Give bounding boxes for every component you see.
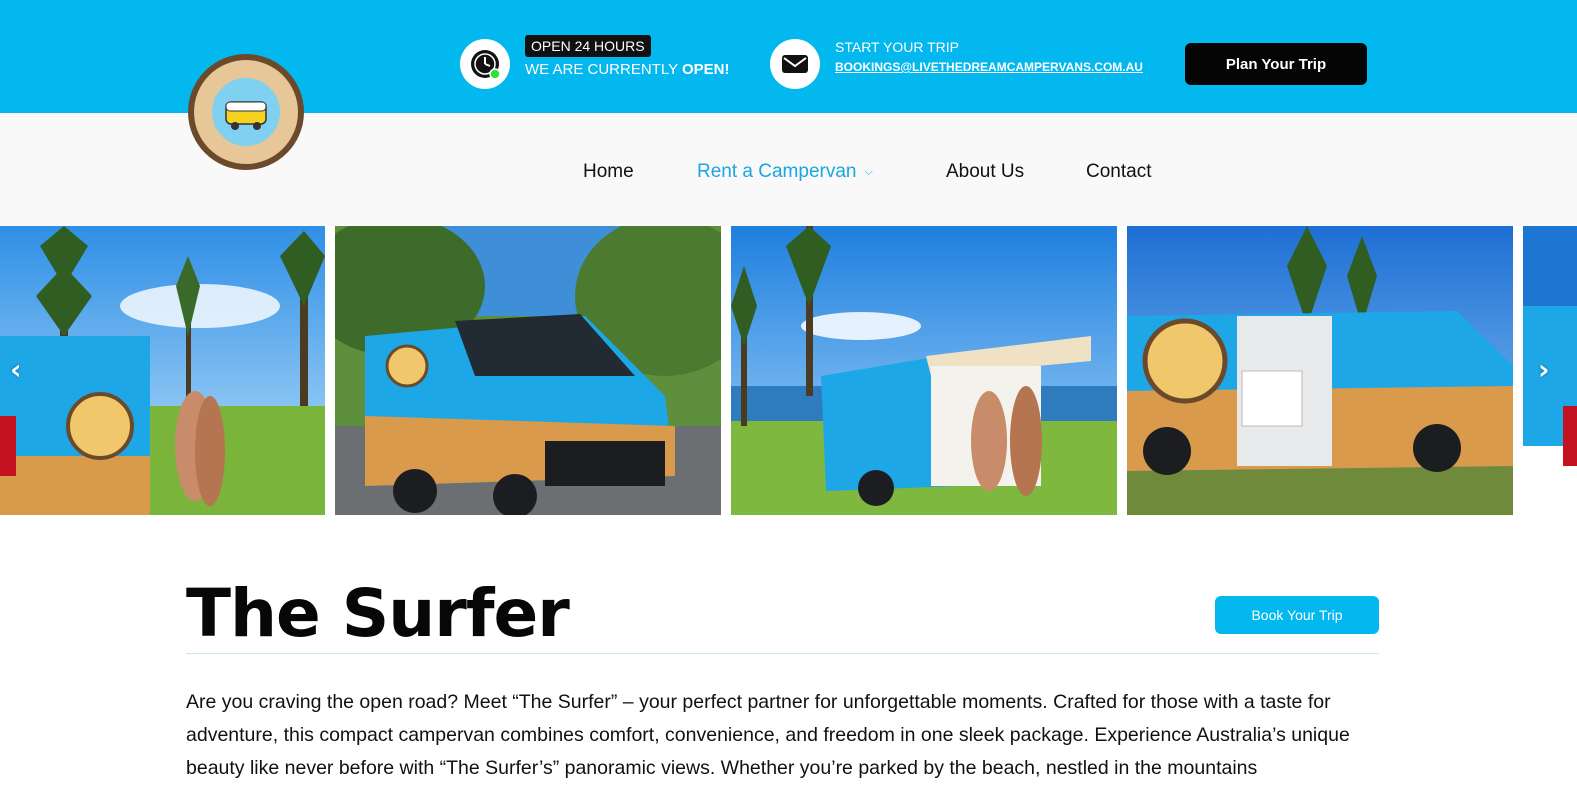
nav-item-label: Home <box>583 161 634 182</box>
nav-item-label: About Us <box>946 161 1025 182</box>
clock-icon <box>460 39 510 89</box>
book-trip-button[interactable]: Book Your Trip <box>1215 596 1379 634</box>
photo-van-partial <box>1523 226 1577 515</box>
nav-item-contact[interactable]: Contact <box>1086 160 1151 184</box>
chevron-down-icon: ⌵ <box>864 166 873 178</box>
booking-email-link[interactable]: BOOKINGS@LIVETHEDREAMCAMPERVANS.COM.AU <box>835 59 1143 75</box>
open-status-bold: OPEN! <box>681 61 730 78</box>
open-status-text: WE ARE CURRENTLY OPEN! <box>525 60 730 80</box>
photo-couple-by-van <box>0 226 325 515</box>
nav-item-about-us[interactable]: About Us <box>946 160 1024 184</box>
title-divider <box>186 653 1379 654</box>
page-title: The Surfer <box>186 575 570 652</box>
photo-van-front-quarter <box>335 226 721 515</box>
open-hours-badge: OPEN 24 HOURS <box>525 35 651 57</box>
nav-item-label: Contact <box>1086 161 1152 182</box>
photo-van-side-door-open <box>1127 226 1513 515</box>
nav-item-rent-campervan[interactable]: Rent a Campervan ⌵ <box>697 160 873 184</box>
photo-van-open-tailgate <box>731 226 1117 515</box>
site-logo[interactable] <box>186 52 306 172</box>
photo-carousel[interactable] <box>0 226 1577 515</box>
open-status-prefix: WE ARE CURRENTLY <box>525 61 682 78</box>
product-description: Are you craving the open road? Meet “The… <box>186 691 1350 779</box>
nav-item-home[interactable]: Home <box>583 160 634 184</box>
carousel-prev-arrow[interactable]: ‹ <box>10 355 22 385</box>
nav-item-label: Rent a Campervan <box>697 161 857 182</box>
start-trip-title: START YOUR TRIP <box>835 39 959 55</box>
mail-icon <box>770 39 820 89</box>
plan-trip-button[interactable]: Plan Your Trip <box>1185 43 1367 85</box>
carousel-next-arrow[interactable]: › <box>1538 355 1550 385</box>
